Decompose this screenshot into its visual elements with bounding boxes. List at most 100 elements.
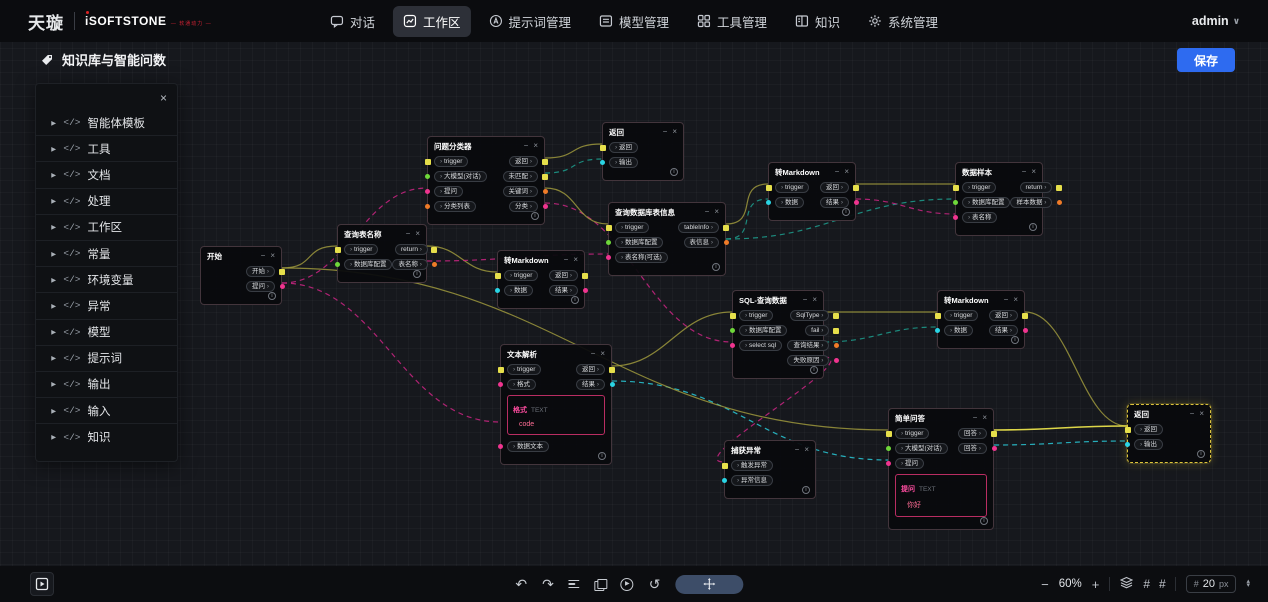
magenta-port-dot[interactable]: [854, 200, 859, 205]
output-port[interactable]: return: [1020, 182, 1053, 193]
yellow-port-dot[interactable]: [1056, 185, 1062, 191]
input-port[interactable]: 表名称: [962, 212, 997, 223]
input-port[interactable]: select sql: [739, 340, 782, 351]
node-info-icon[interactable]: i: [802, 486, 810, 494]
yellow-port-dot[interactable]: [991, 431, 997, 437]
input-port[interactable]: trigger: [962, 182, 996, 193]
node-minimize-icon[interactable]: −: [1190, 410, 1195, 418]
node-info-icon[interactable]: i: [413, 270, 421, 278]
yellow-port-dot[interactable]: [1125, 427, 1131, 433]
node-to-markdown-2[interactable]: 转Markdown−×trigger数据返回结果i: [497, 250, 585, 309]
palette-item-4[interactable]: ▶</>工作区: [36, 215, 177, 241]
node-simple-qa[interactable]: 简单问答−×trigger大模型(对话)提问回答回答提问TEXT你好i: [888, 408, 994, 530]
node-info-icon[interactable]: i: [1029, 223, 1037, 231]
cyan-port-dot[interactable]: [722, 478, 727, 483]
input-port[interactable]: 大模型(对话): [895, 443, 948, 454]
node-minimize-icon[interactable]: −: [803, 296, 808, 304]
input-port[interactable]: 数据文本: [507, 441, 549, 452]
node-minimize-icon[interactable]: −: [261, 252, 266, 260]
yellow-port-dot[interactable]: [431, 247, 437, 253]
yellow-port-dot[interactable]: [766, 185, 772, 191]
node-data-sample[interactable]: 数据样本−×trigger数据库配置表名称return样本数据i: [955, 162, 1043, 236]
workflow-canvas[interactable]: 开始−×开始提问i查询表名称−×trigger数据库配置return表名称i问题…: [0, 0, 1268, 602]
history-button[interactable]: ↺: [649, 577, 661, 591]
nav-item-workspace[interactable]: 工作区: [393, 6, 471, 37]
output-port[interactable]: 提问: [246, 281, 275, 292]
node-minimize-icon[interactable]: −: [1022, 168, 1027, 176]
nav-item-knowledge[interactable]: 知识: [785, 6, 850, 37]
input-port[interactable]: trigger: [739, 310, 773, 321]
node-question-classifier[interactable]: 问题分类器−×trigger大模型(对话)提问分类列表返回未匹配关键词分类i: [427, 136, 545, 225]
output-port[interactable]: 查询结果: [787, 340, 829, 351]
palette-item-6[interactable]: ▶</>环境变量: [36, 267, 177, 293]
input-port[interactable]: 提问: [434, 186, 463, 197]
output-port[interactable]: 返回: [989, 310, 1018, 321]
input-port[interactable]: 大模型(对话): [434, 171, 487, 182]
palette-item-0[interactable]: ▶</>智能体模板: [36, 110, 177, 136]
output-port[interactable]: 未匹配: [503, 171, 538, 182]
green-port-dot[interactable]: [886, 446, 891, 451]
yellow-port-dot[interactable]: [1022, 313, 1028, 319]
green-port-dot[interactable]: [730, 328, 735, 333]
output-port[interactable]: 返回: [820, 182, 849, 193]
orange-port-dot[interactable]: [1057, 200, 1062, 205]
run-button[interactable]: ▶: [621, 578, 634, 591]
node-close-icon[interactable]: ×: [804, 446, 809, 454]
input-port[interactable]: 数据: [775, 197, 804, 208]
node-minimize-icon[interactable]: −: [795, 446, 800, 454]
magenta-port-dot[interactable]: [834, 358, 839, 363]
node-minimize-icon[interactable]: −: [524, 142, 529, 150]
node-info-icon[interactable]: i: [1011, 336, 1019, 344]
node-info-icon[interactable]: i: [531, 212, 539, 220]
yellow-port-dot[interactable]: [935, 313, 941, 319]
output-port[interactable]: SqlType: [790, 310, 829, 321]
magenta-port-dot[interactable]: [953, 215, 958, 220]
node-close-icon[interactable]: ×: [573, 256, 578, 264]
yellow-port-dot[interactable]: [425, 159, 431, 165]
node-close-icon[interactable]: ×: [812, 296, 817, 304]
yellow-port-dot[interactable]: [600, 145, 606, 151]
input-port[interactable]: 输出: [1134, 439, 1163, 450]
output-port[interactable]: 返回: [509, 156, 538, 167]
node-close-icon[interactable]: ×: [415, 230, 420, 238]
input-port[interactable]: trigger: [615, 222, 649, 233]
node-close-icon[interactable]: ×: [600, 350, 605, 358]
node-minimize-icon[interactable]: −: [591, 350, 596, 358]
yellow-port-dot[interactable]: [335, 247, 341, 253]
node-close-icon[interactable]: ×: [714, 208, 719, 216]
input-port[interactable]: trigger: [507, 364, 541, 375]
input-port[interactable]: 返回: [1134, 424, 1163, 435]
input-port[interactable]: 返回: [609, 142, 638, 153]
yellow-port-dot[interactable]: [730, 313, 736, 319]
snap-grid-button[interactable]: #: [1143, 577, 1149, 591]
input-port[interactable]: 触发异常: [731, 460, 773, 471]
node-query-db-table-info[interactable]: 查询数据库表信息−×trigger数据库配置表名称(可选)tableInfo表信…: [608, 202, 726, 276]
yellow-port-dot[interactable]: [606, 225, 612, 231]
zoom-out-button[interactable]: −: [1041, 577, 1049, 592]
output-port[interactable]: 回答: [958, 428, 987, 439]
yellow-port-dot[interactable]: [723, 225, 729, 231]
node-return-top[interactable]: 返回−×返回输出i: [602, 122, 684, 181]
palette-item-7[interactable]: ▶</>异常: [36, 293, 177, 319]
palette-item-1[interactable]: ▶</>工具: [36, 136, 177, 162]
cyan-port-dot[interactable]: [935, 328, 940, 333]
input-port[interactable]: 数据库配置: [615, 237, 663, 248]
output-port[interactable]: return: [395, 244, 428, 255]
input-port[interactable]: 数据: [944, 325, 973, 336]
node-info-icon[interactable]: i: [980, 517, 988, 525]
yellow-port-dot[interactable]: [498, 367, 504, 373]
magenta-port-dot[interactable]: [730, 343, 735, 348]
magenta-port-dot[interactable]: [543, 204, 548, 209]
input-port[interactable]: 数据库配置: [962, 197, 1010, 208]
node-sql-query[interactable]: SQL-查询数据−×trigger数据库配置select sqlSqlTypef…: [732, 290, 824, 379]
layers-button[interactable]: [1120, 576, 1133, 592]
orange-port-dot[interactable]: [724, 240, 729, 245]
yellow-port-dot[interactable]: [609, 367, 615, 373]
close-icon[interactable]: ×: [160, 92, 167, 104]
input-port[interactable]: 数据: [504, 285, 533, 296]
yellow-port-dot[interactable]: [853, 185, 859, 191]
output-port[interactable]: 返回: [576, 364, 605, 375]
node-close-icon[interactable]: ×: [270, 252, 275, 260]
green-port-dot[interactable]: [953, 200, 958, 205]
orange-port-dot[interactable]: [425, 204, 430, 209]
